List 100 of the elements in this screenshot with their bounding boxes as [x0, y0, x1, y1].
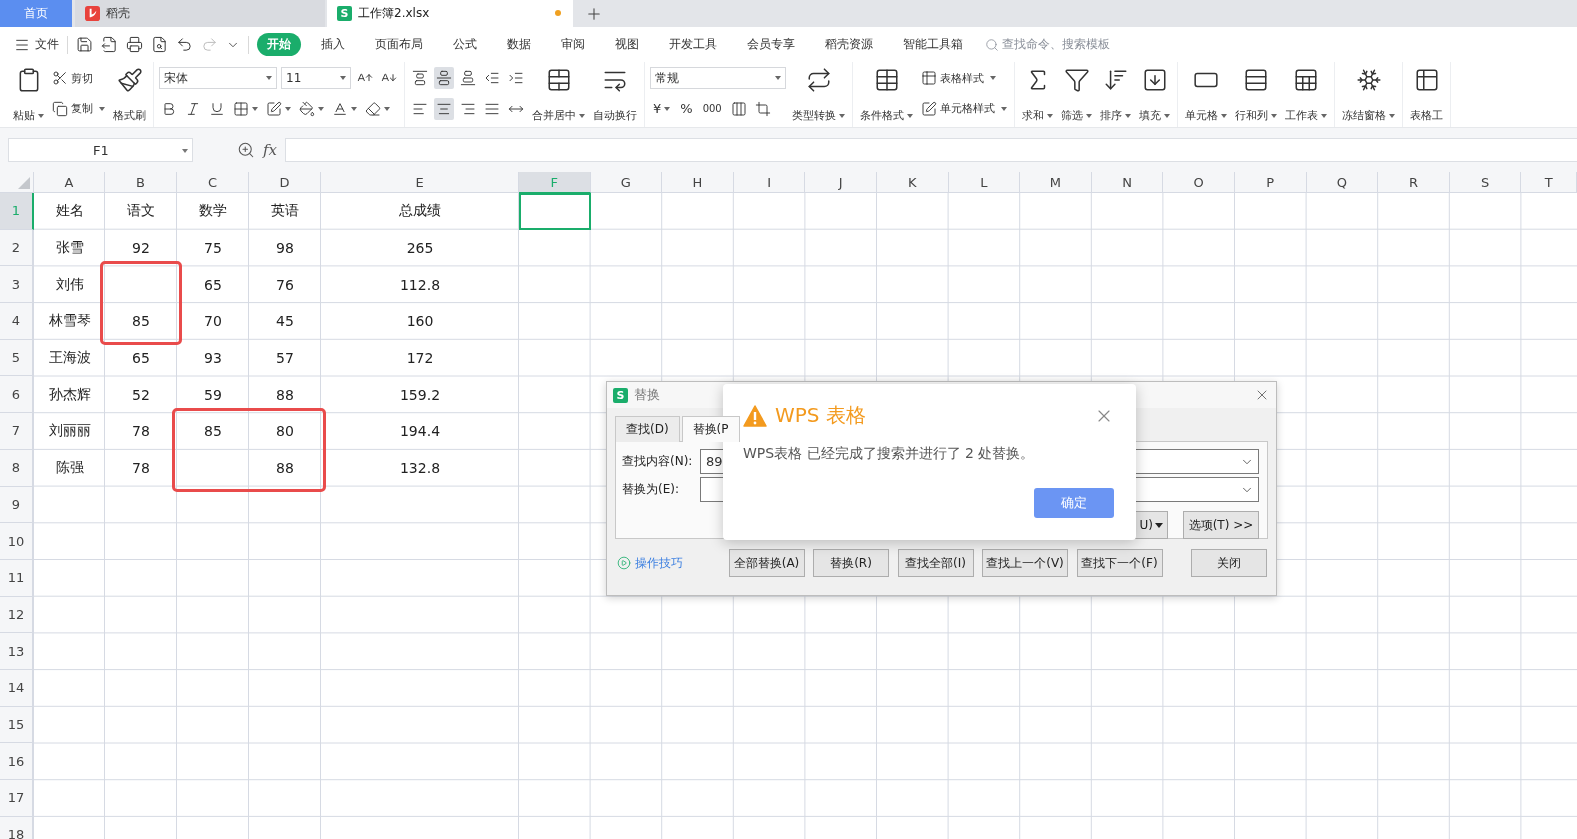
table-cell-text: 刘丽丽	[47, 421, 92, 441]
name-box[interactable]: F1	[8, 138, 193, 162]
font-name-field[interactable]: 宋体	[159, 67, 277, 90]
caret-icon	[351, 106, 357, 111]
worksheet-button[interactable]: 工作表	[1283, 64, 1329, 123]
merge-center-button[interactable]: 合并居中	[530, 64, 587, 123]
column-header[interactable]: A	[34, 172, 105, 193]
cut-button[interactable]: 剪切	[50, 68, 107, 89]
logo-icon	[85, 6, 100, 21]
dialog-tab[interactable]: 替换(P	[681, 416, 740, 442]
thousands-button[interactable]: 000	[699, 103, 725, 115]
print-preview-icon	[151, 36, 168, 53]
column-header[interactable]: R	[1378, 172, 1450, 193]
dialog-button[interactable]: 查找全部(I)	[897, 549, 974, 577]
row-header[interactable]: 14	[0, 669, 34, 707]
horizontal-align-button[interactable]	[434, 97, 454, 120]
row-header[interactable]: 12	[0, 596, 34, 634]
row-header[interactable]: 13	[0, 633, 34, 670]
row-header[interactable]: 17	[0, 780, 34, 817]
column-header[interactable]: C	[177, 172, 249, 193]
row-header[interactable]: 5	[0, 339, 34, 377]
font-size-field[interactable]: 11	[281, 67, 351, 90]
ribbon-tab[interactable]: 页面布局	[365, 33, 433, 56]
rows-columns-button[interactable]: 行和列	[1233, 64, 1279, 123]
convert-type-button[interactable]: 类型转换	[790, 64, 847, 123]
table-style-button[interactable]: 表格样式	[919, 68, 1009, 89]
document-tab[interactable]: 稻壳	[75, 0, 325, 27]
column-header[interactable]: O	[1163, 172, 1235, 193]
freeze-panes-button[interactable]: 冻结窗格	[1340, 64, 1397, 123]
row-header[interactable]: 10	[0, 523, 34, 560]
table-tools-button[interactable]: 表格工	[1408, 64, 1445, 123]
filter-button[interactable]: 筛选	[1059, 64, 1094, 123]
ribbon-tab[interactable]: 开发工具	[659, 33, 727, 56]
caret-icon	[38, 113, 44, 118]
column-header[interactable]: J	[805, 172, 877, 193]
sum-button[interactable]: 求和	[1020, 64, 1055, 123]
column-header[interactable]: T	[1521, 172, 1577, 193]
ribbon-tab[interactable]: 会员专享	[737, 33, 805, 56]
table-cell-text: 孙杰辉	[47, 384, 92, 404]
dialog-button[interactable]: 替换(R)	[813, 549, 889, 577]
row-header[interactable]: 18	[0, 816, 34, 839]
wrap-text-button[interactable]: 自动换行	[591, 64, 639, 123]
row-header[interactable]: 8	[0, 449, 34, 487]
conditional-format-button[interactable]: 条件格式	[858, 64, 915, 123]
cell-button[interactable]: 单元格	[1183, 64, 1229, 123]
row-header[interactable]: 15	[0, 706, 34, 744]
column-header[interactable]: G	[590, 172, 663, 193]
ribbon-tab[interactable]: 稻壳资源	[815, 33, 883, 56]
row-header[interactable]: 9	[0, 486, 34, 524]
column-header[interactable]: E	[321, 172, 519, 193]
column-header[interactable]: L	[948, 172, 1021, 193]
row-header[interactable]: 3	[0, 266, 34, 304]
ribbon-tab[interactable]: 插入	[311, 33, 355, 56]
ribbon-tab[interactable]: 数据	[497, 33, 541, 56]
dialog-button[interactable]: 全部替换(A)	[728, 549, 805, 577]
column-header[interactable]: S	[1449, 172, 1522, 193]
column-header[interactable]: D	[249, 172, 321, 193]
file-menu[interactable]: 文件	[14, 36, 59, 53]
column-header[interactable]: B	[105, 172, 177, 193]
dialog-button[interactable]: 查找上一个(V)	[982, 549, 1068, 577]
row-header[interactable]: 2	[0, 229, 34, 267]
column-header[interactable]: K	[876, 172, 949, 193]
ribbon-tab[interactable]: 审阅	[551, 33, 595, 56]
table-cell-text: 85	[131, 312, 151, 332]
row-header[interactable]: 4	[0, 303, 34, 340]
vertical-align-button[interactable]	[434, 67, 454, 90]
column-header[interactable]: N	[1091, 172, 1164, 193]
column-header[interactable]: I	[733, 172, 806, 193]
ribbon-tab[interactable]: 智能工具箱	[893, 33, 973, 56]
close-button[interactable]: 关闭	[1191, 549, 1267, 577]
ribbon-tab[interactable]: 视图	[605, 33, 649, 56]
row-header[interactable]: 16	[0, 743, 34, 780]
paste-button[interactable]: 粘贴	[11, 64, 46, 123]
formula-field[interactable]	[285, 138, 1577, 162]
function-label[interactable]: fx	[263, 141, 277, 159]
dialog-button[interactable]: 查找下一个(F)	[1076, 549, 1163, 577]
copy-button[interactable]: 复制	[50, 98, 107, 119]
copy-icon	[52, 100, 68, 117]
sort-button[interactable]: 排序	[1098, 64, 1133, 123]
column-header[interactable]: P	[1234, 172, 1307, 193]
tips-link[interactable]: 操作技巧	[617, 554, 720, 572]
column-header[interactable]: Q	[1306, 172, 1379, 193]
document-tab[interactable]: S 工作簿2.xlsx	[327, 0, 573, 27]
percent-button[interactable]: %	[677, 101, 696, 117]
selected-cell[interactable]	[519, 193, 591, 230]
caret-icon	[1271, 113, 1277, 118]
row-header[interactable]: 11	[0, 559, 34, 597]
format-painter-button[interactable]: 格式刷	[111, 64, 148, 123]
snowflake-icon	[1355, 67, 1382, 93]
row-header[interactable]: 7	[0, 413, 34, 450]
currency-button[interactable]: ¥	[650, 101, 674, 117]
options-button[interactable]: 选项(T) >>	[1183, 511, 1259, 539]
row-header[interactable]: 6	[0, 376, 34, 414]
column-header[interactable]: H	[662, 172, 734, 193]
number-format-field[interactable]: 常规	[650, 67, 786, 90]
fill-button[interactable]: 填充	[1137, 64, 1172, 123]
dialog-tab[interactable]: 查找(D)	[615, 416, 680, 442]
ribbon-tab[interactable]: 公式	[443, 33, 487, 56]
column-header[interactable]: M	[1020, 172, 1092, 193]
cell-style-button[interactable]: 单元格样式	[919, 98, 1009, 119]
